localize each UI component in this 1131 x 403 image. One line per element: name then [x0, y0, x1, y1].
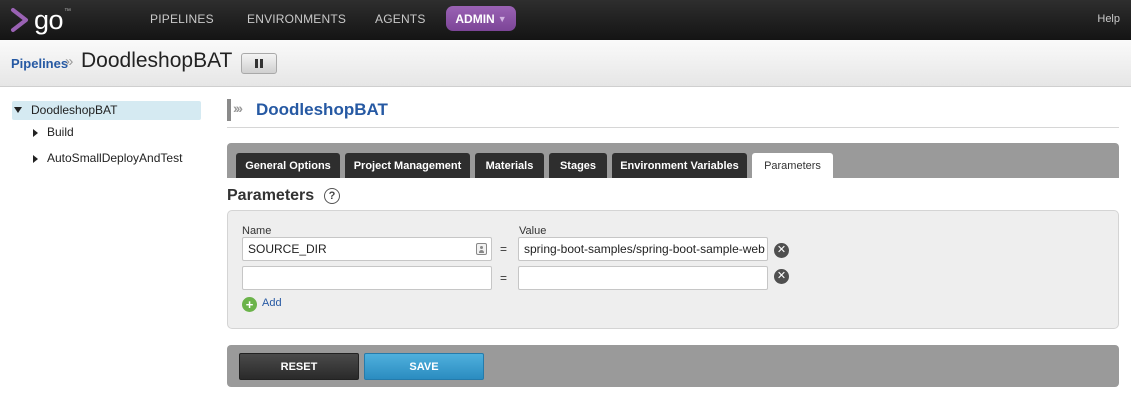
logo-trademark: ™: [64, 7, 72, 15]
tree-item-label: AutoSmallDeployAndTest: [47, 151, 183, 165]
go-logo-icon: [11, 8, 28, 32]
contact-card-icon[interactable]: [476, 243, 487, 255]
section-title: Parameters: [227, 187, 315, 204]
breadcrumb-separator: »: [65, 53, 74, 70]
tab-parameters[interactable]: Parameters: [752, 153, 833, 178]
name-column-header: Name: [242, 225, 272, 237]
equals-sign: =: [500, 271, 508, 285]
param-value-text: spring-boot-samples/spring-boot-sample-w…: [524, 242, 765, 256]
equals-sign: =: [500, 242, 508, 256]
nav-help[interactable]: Help: [1097, 13, 1120, 25]
reset-button[interactable]: RESET: [239, 353, 359, 380]
add-link[interactable]: Add: [262, 297, 282, 309]
help-icon[interactable]: ?: [324, 188, 340, 204]
action-bar: [227, 345, 1119, 387]
pause-button[interactable]: [241, 53, 277, 74]
pipeline-arrows-icon: ›››: [233, 100, 243, 116]
pipeline-title: DoodleshopBAT: [256, 100, 388, 119]
logo-text: go: [34, 5, 64, 35]
tab-environment-variables[interactable]: Environment Variables: [612, 153, 747, 178]
tree-item-label: DoodleshopBAT: [31, 103, 118, 117]
tree-collapsed-icon[interactable]: [33, 155, 38, 163]
page-title: DoodleshopBAT: [81, 49, 233, 72]
top-nav-bar: go ™ PIPELINES ENVIRONMENTS AGENTS ADMIN…: [0, 0, 1131, 40]
param-name-field[interactable]: [242, 266, 492, 290]
tab-project-management[interactable]: Project Management: [345, 153, 470, 178]
value-column-header: Value: [519, 225, 547, 237]
param-name-field[interactable]: SOURCE_DIR: [242, 237, 492, 261]
remove-icon[interactable]: ✕: [774, 269, 789, 284]
tree-collapsed-icon[interactable]: [33, 129, 38, 137]
save-button[interactable]: SAVE: [364, 353, 484, 380]
nav-pipelines[interactable]: PIPELINES: [150, 12, 214, 26]
nav-admin-label: ADMIN: [455, 11, 495, 26]
tree-item-root[interactable]: DoodleshopBAT: [12, 101, 201, 120]
tree-item-label: Build: [47, 125, 74, 139]
param-name-value: SOURCE_DIR: [248, 242, 327, 256]
param-value-field[interactable]: spring-boot-samples/spring-boot-sample-w…: [518, 237, 768, 261]
param-value-field[interactable]: [518, 266, 768, 290]
remove-icon[interactable]: ✕: [774, 243, 789, 258]
pause-icon: [255, 59, 258, 68]
nav-agents[interactable]: AGENTS: [375, 12, 426, 26]
nav-admin[interactable]: ADMIN ▼: [446, 6, 516, 31]
tree-expanded-icon[interactable]: [14, 107, 22, 113]
nav-environments[interactable]: ENVIRONMENTS: [247, 12, 346, 26]
add-icon[interactable]: +: [242, 297, 257, 312]
title-marker: [227, 99, 231, 121]
tab-materials[interactable]: Materials: [475, 153, 544, 178]
breadcrumb-pipelines-link[interactable]: Pipelines: [11, 56, 68, 71]
tab-stages[interactable]: Stages: [549, 153, 607, 178]
page-header: Pipelines » DoodleshopBAT: [0, 40, 1131, 87]
tab-general-options[interactable]: General Options: [236, 153, 340, 178]
chevron-down-icon: ▼: [497, 13, 507, 24]
divider: [227, 127, 1119, 128]
go-logo[interactable]: go ™: [10, 6, 71, 34]
